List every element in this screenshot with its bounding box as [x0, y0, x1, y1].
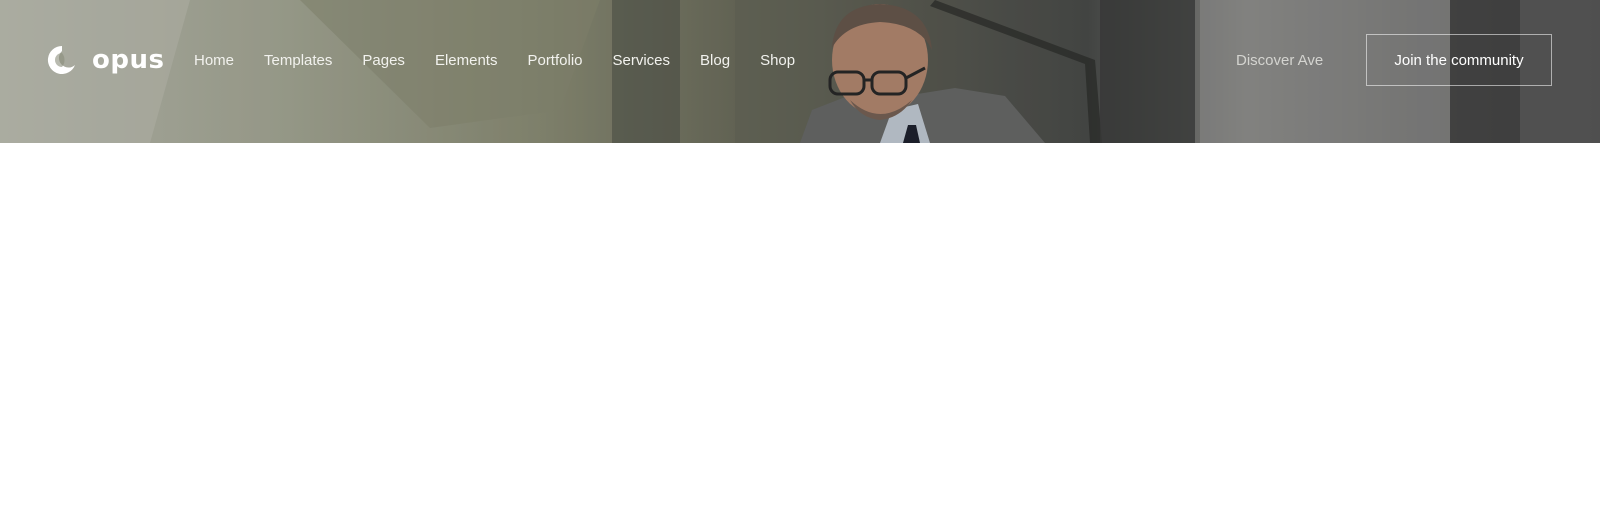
- menu-link-home[interactable]: Home: [194, 50, 234, 72]
- menu-item-shop: Shop: [760, 50, 795, 72]
- page-content-area: [0, 143, 1600, 510]
- brand-logo[interactable]: opus: [46, 44, 164, 76]
- menu-item-pages: Pages: [362, 50, 405, 72]
- menu-link-portfolio[interactable]: Portfolio: [527, 50, 582, 72]
- menu-item-elements: Elements: [435, 50, 498, 72]
- site-navbar: opus Home Templates Pages Elements Portf…: [0, 0, 1600, 122]
- menu-link-pages[interactable]: Pages: [362, 50, 405, 72]
- menu-item-portfolio: Portfolio: [527, 50, 582, 72]
- discover-link[interactable]: Discover Ave: [1236, 50, 1323, 72]
- brand-name: opus: [92, 45, 165, 75]
- menu-item-blog: Blog: [700, 50, 730, 72]
- menu-link-elements[interactable]: Elements: [435, 50, 498, 72]
- menu-item-home: Home: [194, 50, 234, 72]
- swirl-logo-icon: [47, 45, 75, 74]
- menu-link-shop[interactable]: Shop: [760, 50, 795, 72]
- join-community-button[interactable]: Join the community: [1366, 34, 1552, 86]
- menu-item-templates: Templates: [264, 50, 332, 72]
- hero-banner: opus Home Templates Pages Elements Portf…: [0, 0, 1600, 143]
- menu-link-services[interactable]: Services: [613, 50, 671, 72]
- menu-item-services: Services: [613, 50, 671, 72]
- menu-link-blog[interactable]: Blog: [700, 50, 730, 72]
- menu-link-templates[interactable]: Templates: [264, 50, 332, 72]
- main-menu: Home Templates Pages Elements Portfolio …: [194, 50, 795, 72]
